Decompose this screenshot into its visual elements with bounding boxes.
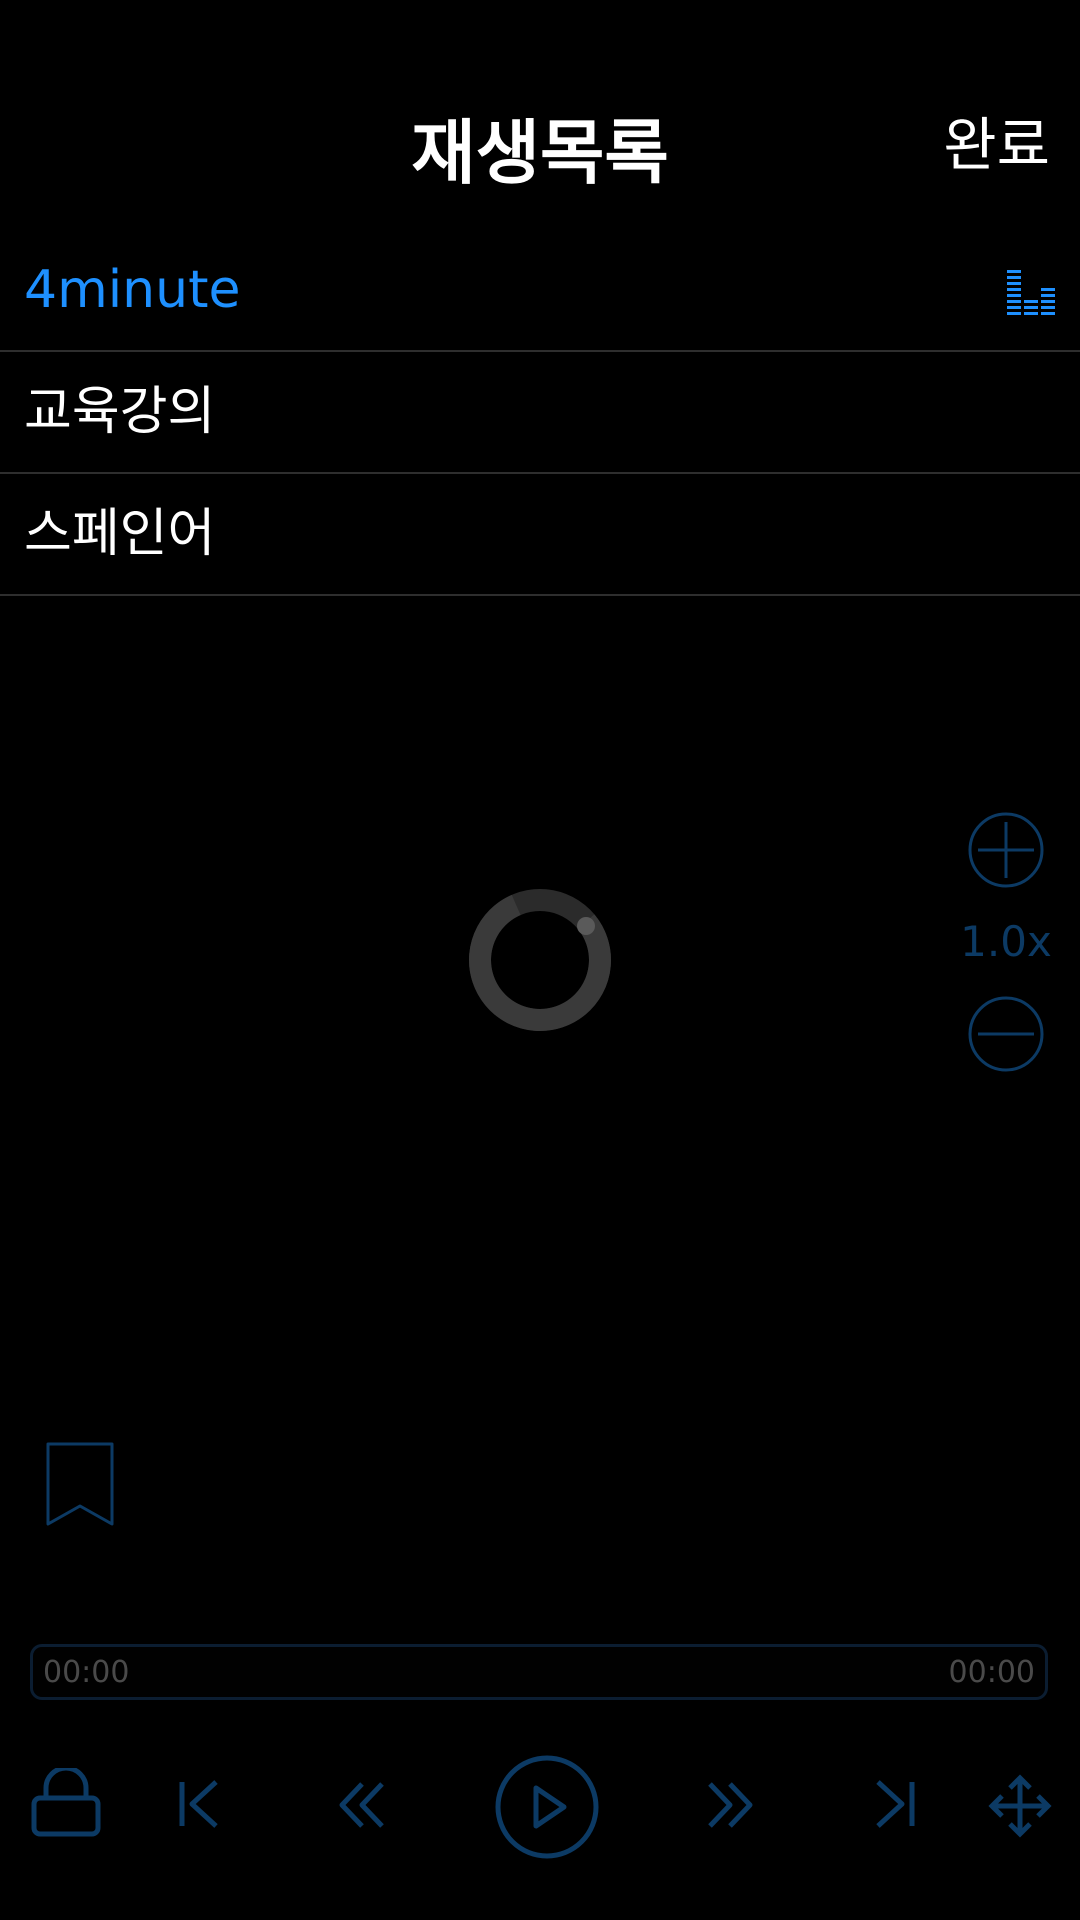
skip-previous-button[interactable] (178, 1780, 222, 1828)
rewind-icon (339, 1782, 384, 1828)
playlist-item-label: 스페인어 (24, 504, 216, 564)
speed-value: 1.0x (960, 917, 1052, 966)
playback-speed-control: 1.0x (960, 810, 1052, 1074)
play-icon (495, 1755, 599, 1859)
done-button[interactable]: 완료 (943, 105, 1050, 185)
playlist-item-label: 교육강의 (24, 382, 216, 442)
rewind-button[interactable] (338, 1782, 386, 1828)
skip-next-button[interactable] (872, 1780, 916, 1828)
playlist: 4minute 교육강의 스페인어 (0, 230, 1080, 596)
playlist-item-label: 4minute (24, 260, 241, 320)
equalizer-icon (1007, 270, 1055, 315)
bookmark-icon[interactable] (44, 1440, 116, 1528)
skip-next-icon (876, 1780, 915, 1828)
lock-icon (31, 1768, 101, 1837)
fast-forward-icon (708, 1782, 753, 1828)
total-time: 00:00 (948, 1655, 1035, 1690)
playlist-screen: 재생목록 완료 4minute 교육강의 스페인어 1.0x 00:00 00:… (0, 0, 1080, 1920)
play-button[interactable] (494, 1754, 600, 1860)
move-icon (988, 1774, 1052, 1838)
header: 재생목록 완료 (0, 0, 1080, 230)
playlist-item-spanish[interactable]: 스페인어 (0, 474, 1080, 596)
fast-forward-button[interactable] (706, 1782, 754, 1828)
loading-spinner-icon (469, 889, 611, 1031)
playlist-item-4minute[interactable]: 4minute (0, 230, 1080, 352)
lock-button[interactable] (30, 1768, 102, 1838)
current-time: 00:00 (43, 1655, 130, 1690)
playlist-item-education[interactable]: 교육강의 (0, 352, 1080, 474)
seek-bar[interactable]: 00:00 00:00 (30, 1644, 1048, 1700)
skip-previous-icon (179, 1780, 218, 1828)
speed-increase-button[interactable] (966, 810, 1046, 890)
speed-decrease-button[interactable] (966, 994, 1046, 1074)
page-title: 재생목록 (411, 112, 669, 194)
move-button[interactable] (988, 1774, 1052, 1838)
